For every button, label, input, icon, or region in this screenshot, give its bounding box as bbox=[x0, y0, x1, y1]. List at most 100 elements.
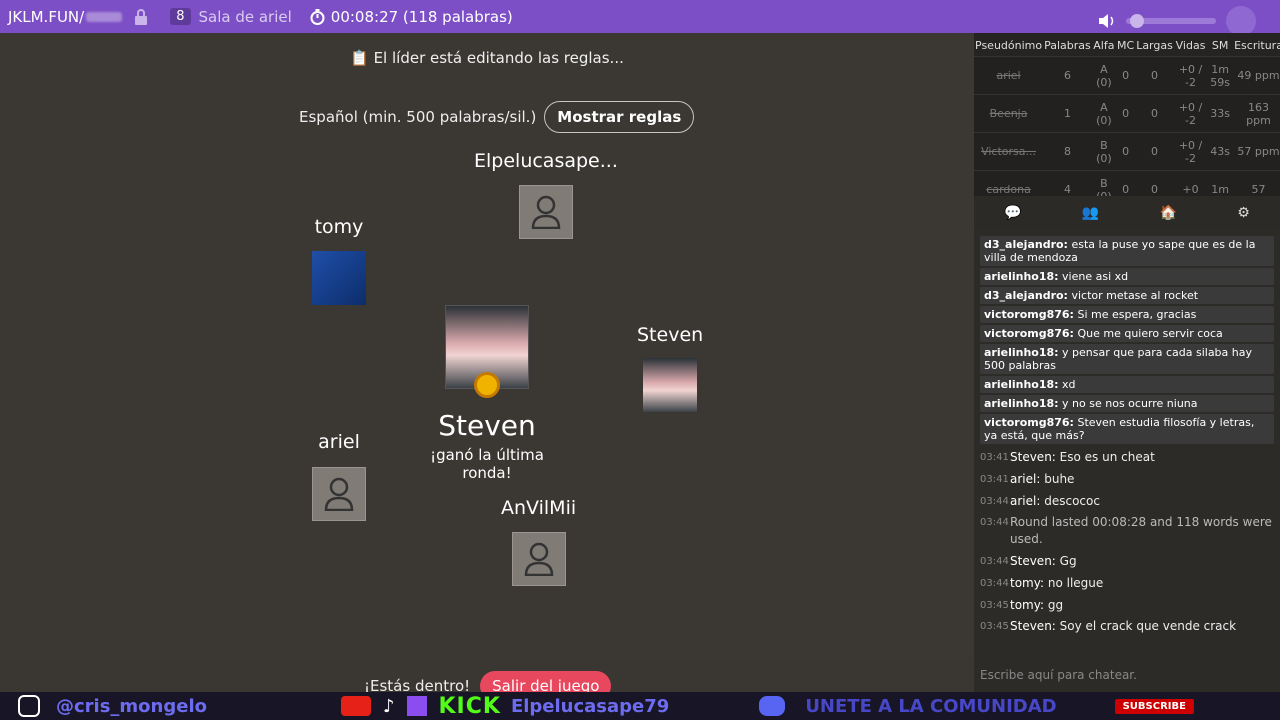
cell: 1m 59s bbox=[1207, 56, 1234, 95]
chat-tab-icon[interactable]: 💬 bbox=[1004, 205, 1021, 221]
stream-chat-message: arielinho18: y no se nos ocurre niuna bbox=[980, 395, 1274, 412]
cell: +0 / -2 bbox=[1173, 56, 1208, 95]
chat-time: 03:44 bbox=[980, 517, 1009, 529]
chat-text: descococ bbox=[1044, 493, 1100, 508]
chat-author[interactable]: tomy: bbox=[1010, 598, 1044, 612]
cell: B (0) bbox=[1091, 132, 1117, 171]
col-alpha[interactable]: Alfa bbox=[1091, 33, 1117, 57]
table-row: cardona4B (0)00+01m57 bbox=[974, 170, 1280, 196]
community-cta: UNETE A LA COMUNIDAD bbox=[805, 695, 1057, 717]
col-nickname[interactable]: Pseudónimo bbox=[974, 33, 1044, 57]
stream-chat-message: arielinho18: viene asi xd bbox=[980, 268, 1274, 285]
chat-input[interactable]: Escribe aquí para chatear. bbox=[974, 658, 1280, 692]
cell: 0 bbox=[1135, 170, 1174, 196]
volume-slider[interactable] bbox=[1126, 14, 1216, 28]
cell: 33s bbox=[1207, 94, 1234, 133]
player-name: Steven bbox=[637, 324, 704, 346]
table-row: Beenja 1 A (0) 0 0 +0 / -2 33s 163 ppm bbox=[974, 94, 1280, 133]
discord-icon bbox=[759, 696, 786, 716]
chat-message: 03:44 ariel: descococ bbox=[980, 493, 1274, 510]
cell: 1 bbox=[1043, 94, 1092, 133]
cell: 57 bbox=[1233, 170, 1280, 196]
room-code-blurred bbox=[86, 11, 123, 22]
cell: 0 bbox=[1135, 94, 1174, 133]
chat-text: Soy el crack que vende crack bbox=[1059, 619, 1237, 634]
cell: 6 bbox=[1043, 56, 1092, 95]
volume-control bbox=[1098, 6, 1256, 36]
show-rules-button[interactable]: Mostrar reglas bbox=[544, 101, 695, 133]
room-tab-icon[interactable]: 🏠 bbox=[1160, 205, 1177, 221]
cell: +0 bbox=[1173, 170, 1208, 196]
timer-text: 00:08:27 (118 palabras) bbox=[330, 7, 513, 26]
lock-icon[interactable] bbox=[134, 8, 148, 25]
speaker-icon[interactable] bbox=[1098, 13, 1116, 29]
chat-time: 03:44 bbox=[980, 495, 1009, 507]
stream-chat-message: victoromg876: Si me espera, gracias bbox=[980, 306, 1274, 323]
kick-channel: Elpelucasape79 bbox=[510, 695, 670, 717]
settings-tab-icon[interactable]: ⚙ bbox=[1237, 205, 1250, 221]
instagram-icon bbox=[18, 695, 40, 717]
scoreboard: Pseudónimo Palabras Alfa MC Largas Vidas… bbox=[974, 33, 1280, 196]
col-lives[interactable]: Vidas bbox=[1173, 33, 1208, 57]
chat-user: arielinho18: bbox=[984, 346, 1059, 359]
kick-logo: KICK bbox=[438, 693, 501, 719]
room-info: 8 Sala de ariel bbox=[170, 8, 292, 26]
cell: 8 bbox=[1043, 132, 1092, 171]
cell: ariel bbox=[974, 56, 1044, 95]
player-name: tomy bbox=[314, 216, 364, 238]
game-area: 📋 El líder está editando las reglas... E… bbox=[0, 33, 974, 701]
chat-user: victoromg876: bbox=[984, 416, 1074, 429]
chat-user: arielinho18: bbox=[984, 397, 1059, 410]
winner-subtitle: ¡ganó la última ronda! bbox=[430, 446, 544, 482]
rules-line: Español (min. 500 palabras/sil.) Mostrar… bbox=[299, 101, 695, 133]
cell: +0 / -2 bbox=[1173, 94, 1208, 133]
chat-text: Round lasted 00:08:28 and 118 words were… bbox=[1010, 515, 1272, 547]
chat-author[interactable]: Steven: bbox=[1010, 554, 1056, 568]
player-name: Elpelucasape... bbox=[474, 150, 618, 172]
table-row: ariel 6 A (0) 0 0 +0 / -2 1m 59s 49 ppm bbox=[974, 56, 1280, 95]
chat-message: 03:45 Steven: Soy el crack que vende crac… bbox=[980, 618, 1274, 635]
chat-time: 03:41 bbox=[980, 473, 1009, 485]
cell: 43s bbox=[1207, 132, 1234, 171]
player-top: Elpelucasape... bbox=[474, 150, 618, 239]
chat-text: victor metase al rocket bbox=[1071, 289, 1199, 302]
social-handle: @cris_mongelo bbox=[56, 695, 207, 717]
chat-author[interactable]: Steven: bbox=[1010, 619, 1056, 633]
cell: 0 bbox=[1116, 170, 1136, 196]
stream-chat-message: d3_alejandro: victor metase al rocket bbox=[980, 287, 1274, 304]
chat-time: 03:45 bbox=[980, 621, 1009, 633]
chat-author[interactable]: ariel: bbox=[1010, 472, 1040, 486]
top-bar: JKLM.FUN/ 8 Sala de ariel 00:08:27 (118 … bbox=[0, 0, 1280, 36]
chat-text: viene asi xd bbox=[1062, 270, 1129, 283]
chat-text: Que me quiero servir coca bbox=[1077, 327, 1223, 340]
volume-knob[interactable] bbox=[1130, 14, 1144, 28]
player-left-top: tomy bbox=[312, 216, 366, 305]
chat-user: victoromg876: bbox=[984, 327, 1074, 340]
cell: 0 bbox=[1116, 94, 1136, 133]
site-logo bbox=[1226, 6, 1256, 36]
youtube-icon bbox=[341, 696, 371, 716]
stream-chat-message: arielinho18: xd bbox=[980, 376, 1274, 393]
cell: +0 / -2 bbox=[1173, 132, 1208, 171]
site-url[interactable]: JKLM.FUN/ bbox=[8, 8, 84, 26]
chat-author[interactable]: Steven: bbox=[1010, 450, 1056, 464]
col-long[interactable]: Largas bbox=[1135, 33, 1174, 57]
chat-author[interactable]: ariel: bbox=[1010, 494, 1040, 508]
stream-chat-message: victoromg876: Que me quiero servir coca bbox=[980, 325, 1274, 342]
col-mc[interactable]: MC bbox=[1116, 33, 1136, 57]
players-tab-icon[interactable]: 👥 bbox=[1082, 205, 1099, 221]
col-words[interactable]: Palabras bbox=[1043, 33, 1092, 57]
default-user-icon bbox=[531, 195, 561, 229]
cell: 49 ppm bbox=[1233, 56, 1280, 95]
col-sm[interactable]: SM bbox=[1207, 33, 1234, 57]
cell: B (0) bbox=[1091, 170, 1117, 196]
chat-author[interactable]: tomy: bbox=[1010, 576, 1044, 590]
player-name: AnVilMii bbox=[501, 497, 577, 519]
avatar bbox=[643, 358, 698, 412]
chat-user: d3_alejandro: bbox=[984, 238, 1068, 251]
default-user-icon bbox=[524, 542, 553, 576]
winner-name: Steven bbox=[438, 409, 536, 442]
player-left-bottom: ariel bbox=[312, 431, 366, 521]
chat-text: gg bbox=[1047, 597, 1064, 612]
col-typing[interactable]: Escritura bbox=[1233, 33, 1280, 57]
